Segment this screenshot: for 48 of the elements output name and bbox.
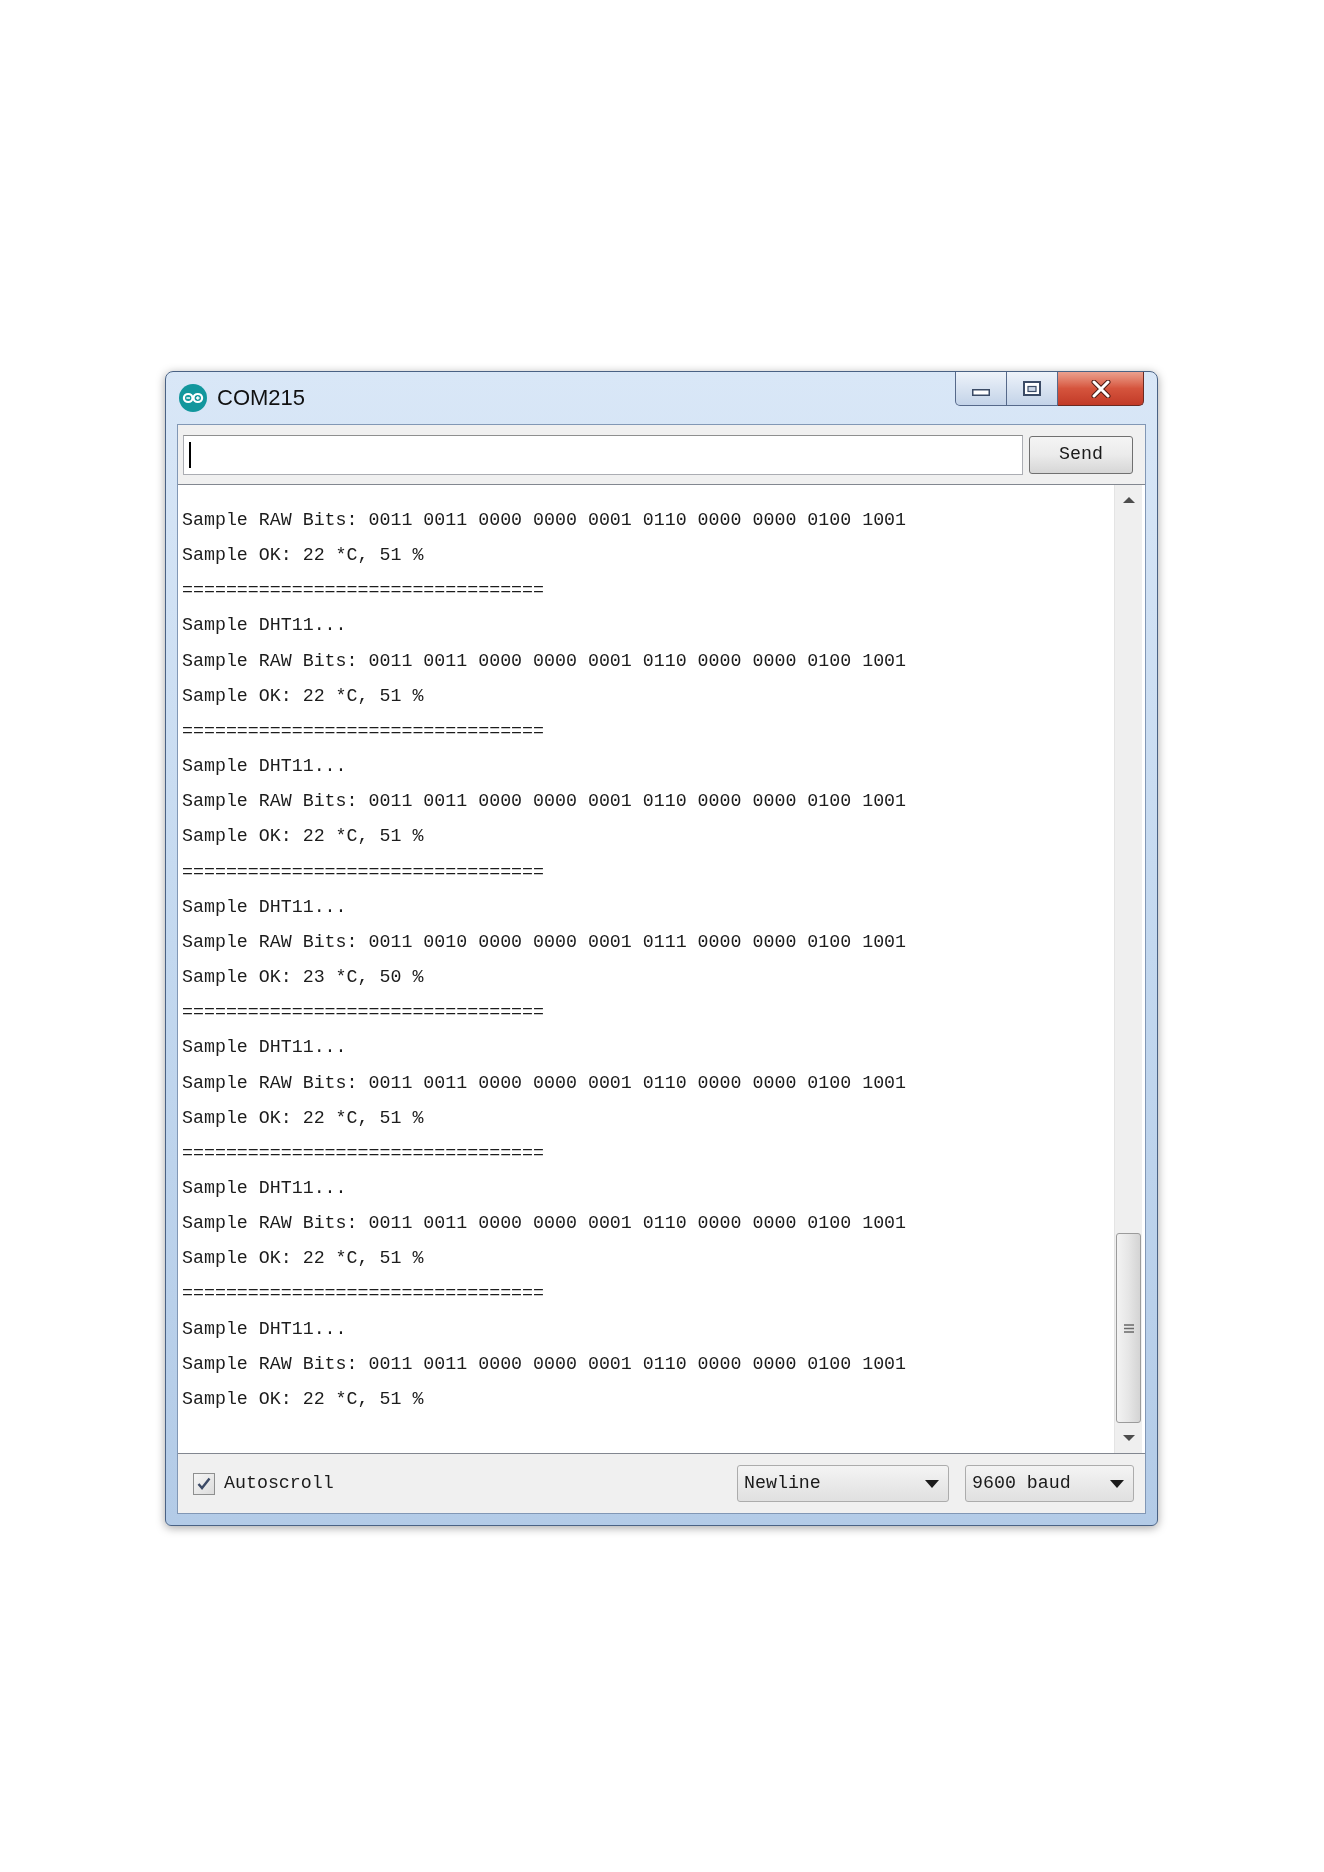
output-line: Sample RAW Bits: 0011 0011 0000 0000 0001 0110 0000 0000 0100 1001 bbox=[182, 1352, 907, 1376]
output-line: Sample RAW Bits: 0011 0011 0000 0000 0001 0110 0000 0000 0100 1001 bbox=[182, 1212, 907, 1236]
baud-rate-dropdown[interactable]: 9600 baud bbox=[965, 1465, 1134, 1502]
caret-down-icon bbox=[925, 1479, 939, 1488]
message-input[interactable] bbox=[183, 435, 1023, 475]
caret-up-icon bbox=[1122, 497, 1135, 503]
close-icon bbox=[1090, 379, 1111, 398]
output-line: Sample OK: 22 *C, 51 % bbox=[182, 684, 424, 708]
output-line: Sample OK: 23 *C, 50 % bbox=[182, 966, 424, 990]
scrollbar-thumb[interactable] bbox=[1116, 1233, 1141, 1423]
output-line: Sample RAW Bits: 0011 0011 0000 0000 0001 0110 0000 0000 0100 1001 bbox=[182, 1071, 907, 1095]
autoscroll-label: Autoscroll bbox=[224, 1471, 334, 1495]
line-ending-dropdown[interactable]: Newline bbox=[737, 1465, 949, 1502]
autoscroll-checkbox[interactable] bbox=[193, 1472, 215, 1495]
minimize-button[interactable] bbox=[955, 372, 1007, 406]
output-line: ================================= bbox=[182, 1141, 545, 1165]
output-line: Sample OK: 22 *C, 51 % bbox=[182, 544, 424, 568]
output-line: Sample OK: 22 *C, 51 % bbox=[182, 1106, 424, 1130]
output-line: ================================= bbox=[182, 719, 545, 743]
output-line: Sample OK: 22 *C, 51 % bbox=[182, 1387, 424, 1411]
output-line: Sample RAW Bits: 0011 0011 0000 0000 0001 0110 0000 0000 0100 1001 bbox=[182, 509, 907, 532]
output-line: Sample DHT11... bbox=[182, 1317, 347, 1341]
output-line: Sample DHT11... bbox=[182, 1176, 347, 1200]
send-button[interactable]: Send bbox=[1029, 436, 1133, 474]
maximize-button[interactable] bbox=[1007, 372, 1058, 406]
output-line: Sample RAW Bits: 0011 0011 0000 0000 0001 0110 0000 0000 0100 1001 bbox=[182, 790, 907, 814]
output-line: Sample DHT11... bbox=[182, 755, 347, 779]
grip-icon bbox=[1123, 1323, 1134, 1333]
close-button[interactable] bbox=[1058, 372, 1144, 406]
output-line: Sample OK: 22 *C, 51 % bbox=[182, 825, 424, 849]
check-icon bbox=[197, 1477, 211, 1490]
output-line: Sample DHT11... bbox=[182, 614, 347, 638]
output-line: Sample DHT11... bbox=[182, 1036, 347, 1060]
logo-icon bbox=[179, 384, 207, 412]
caret-down-icon bbox=[1122, 1435, 1135, 1441]
output-line: Sample OK: 22 *C, 51 % bbox=[182, 1247, 424, 1271]
output-line: ================================= bbox=[182, 1282, 545, 1306]
caret-down-icon bbox=[1110, 1479, 1124, 1488]
output-line: ================================= bbox=[182, 579, 545, 603]
output-line: Sample RAW Bits: 0011 0011 0000 0000 0001 0110 0000 0000 0100 1001 bbox=[182, 649, 907, 673]
minimize-icon bbox=[972, 389, 990, 396]
output-line: ================================= bbox=[182, 860, 545, 884]
maximize-icon bbox=[1023, 381, 1041, 396]
output-line: ================================= bbox=[182, 1001, 545, 1025]
output-line: Sample DHT11... bbox=[182, 895, 347, 919]
text-cursor-icon bbox=[189, 442, 191, 468]
window-title: COM215 bbox=[217, 387, 306, 409]
output-line: Sample RAW Bits: 0011 0010 0000 0000 0001 0111 0000 0000 0100 1001 bbox=[182, 930, 907, 954]
